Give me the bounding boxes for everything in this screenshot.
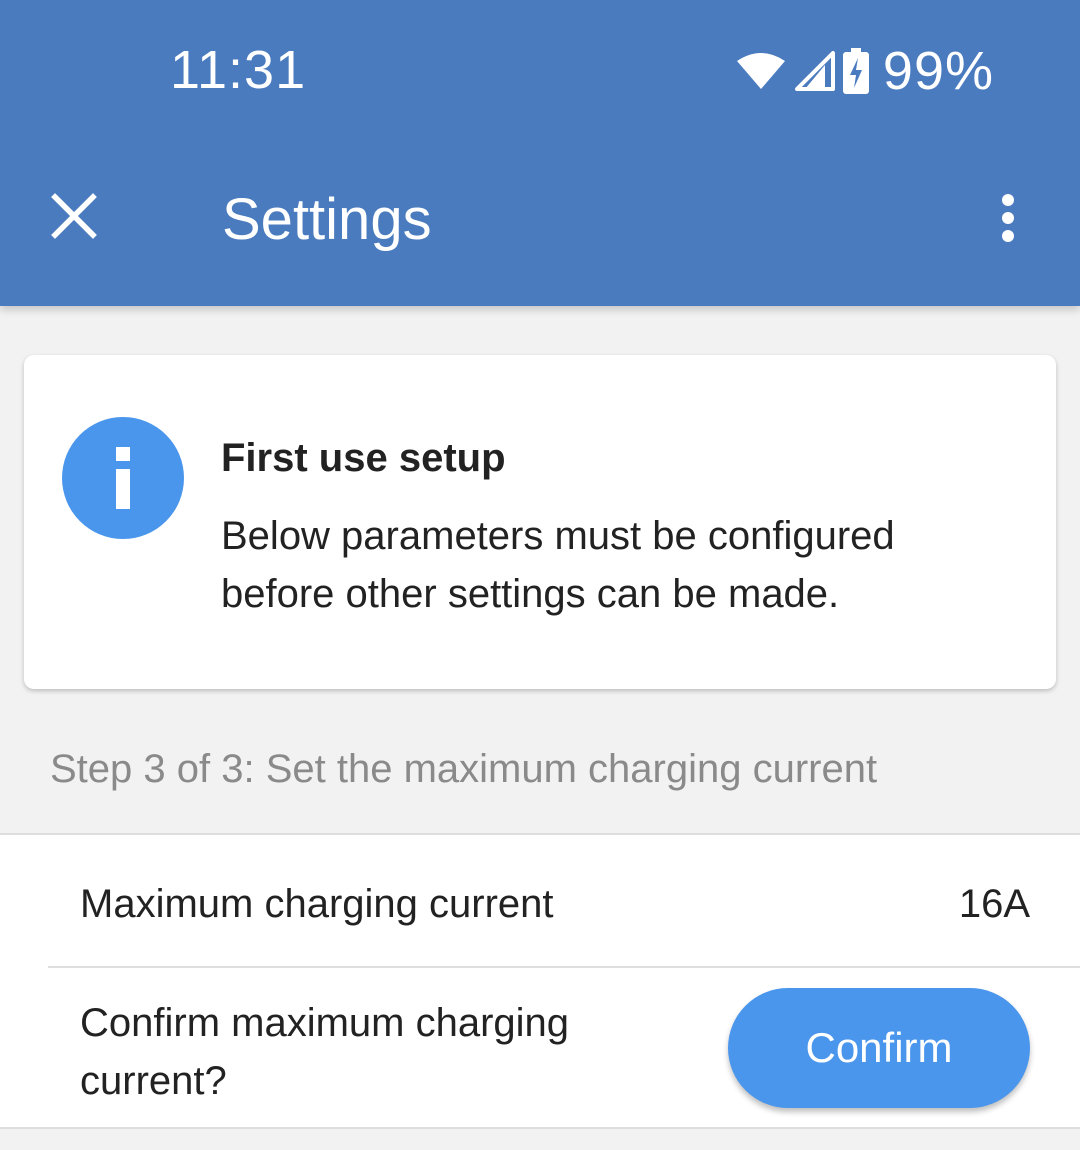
app-header: 11:31 99% Settings — [0, 0, 1080, 306]
confirm-current-row: Confirm maximum charging current? Confir… — [0, 968, 1080, 1127]
battery-charging-icon — [842, 48, 869, 94]
first-use-setup-card: First use setup Below parameters must be… — [24, 355, 1056, 689]
page-title: Settings — [222, 187, 432, 252]
close-icon — [51, 192, 97, 244]
step-label: Step 3 of 3: Set the maximum charging cu… — [50, 747, 878, 791]
max-charging-current-value: 16A — [958, 882, 1030, 926]
cell-signal-icon — [794, 51, 835, 91]
confirm-current-label: Confirm maximum charging current? — [80, 1001, 570, 1103]
max-charging-current-label: Maximum charging current — [80, 882, 554, 926]
settings-list: Maximum charging current 16A Confirm max… — [0, 833, 1080, 1129]
status-icons: 99% — [735, 40, 994, 102]
confirm-button[interactable]: Confirm — [728, 988, 1030, 1108]
status-time: 11:31 — [170, 40, 307, 100]
info-icon — [62, 417, 184, 539]
more-options-button[interactable] — [980, 186, 1036, 254]
close-button[interactable] — [42, 186, 106, 250]
more-vert-icon — [1000, 192, 1016, 249]
wifi-icon — [735, 51, 787, 91]
battery-percent: 99% — [882, 41, 994, 101]
max-charging-current-row[interactable]: Maximum charging current 16A — [0, 835, 1080, 967]
info-card-body: Below parameters must be configured befo… — [221, 514, 895, 616]
info-card-title: First use setup — [221, 436, 506, 480]
